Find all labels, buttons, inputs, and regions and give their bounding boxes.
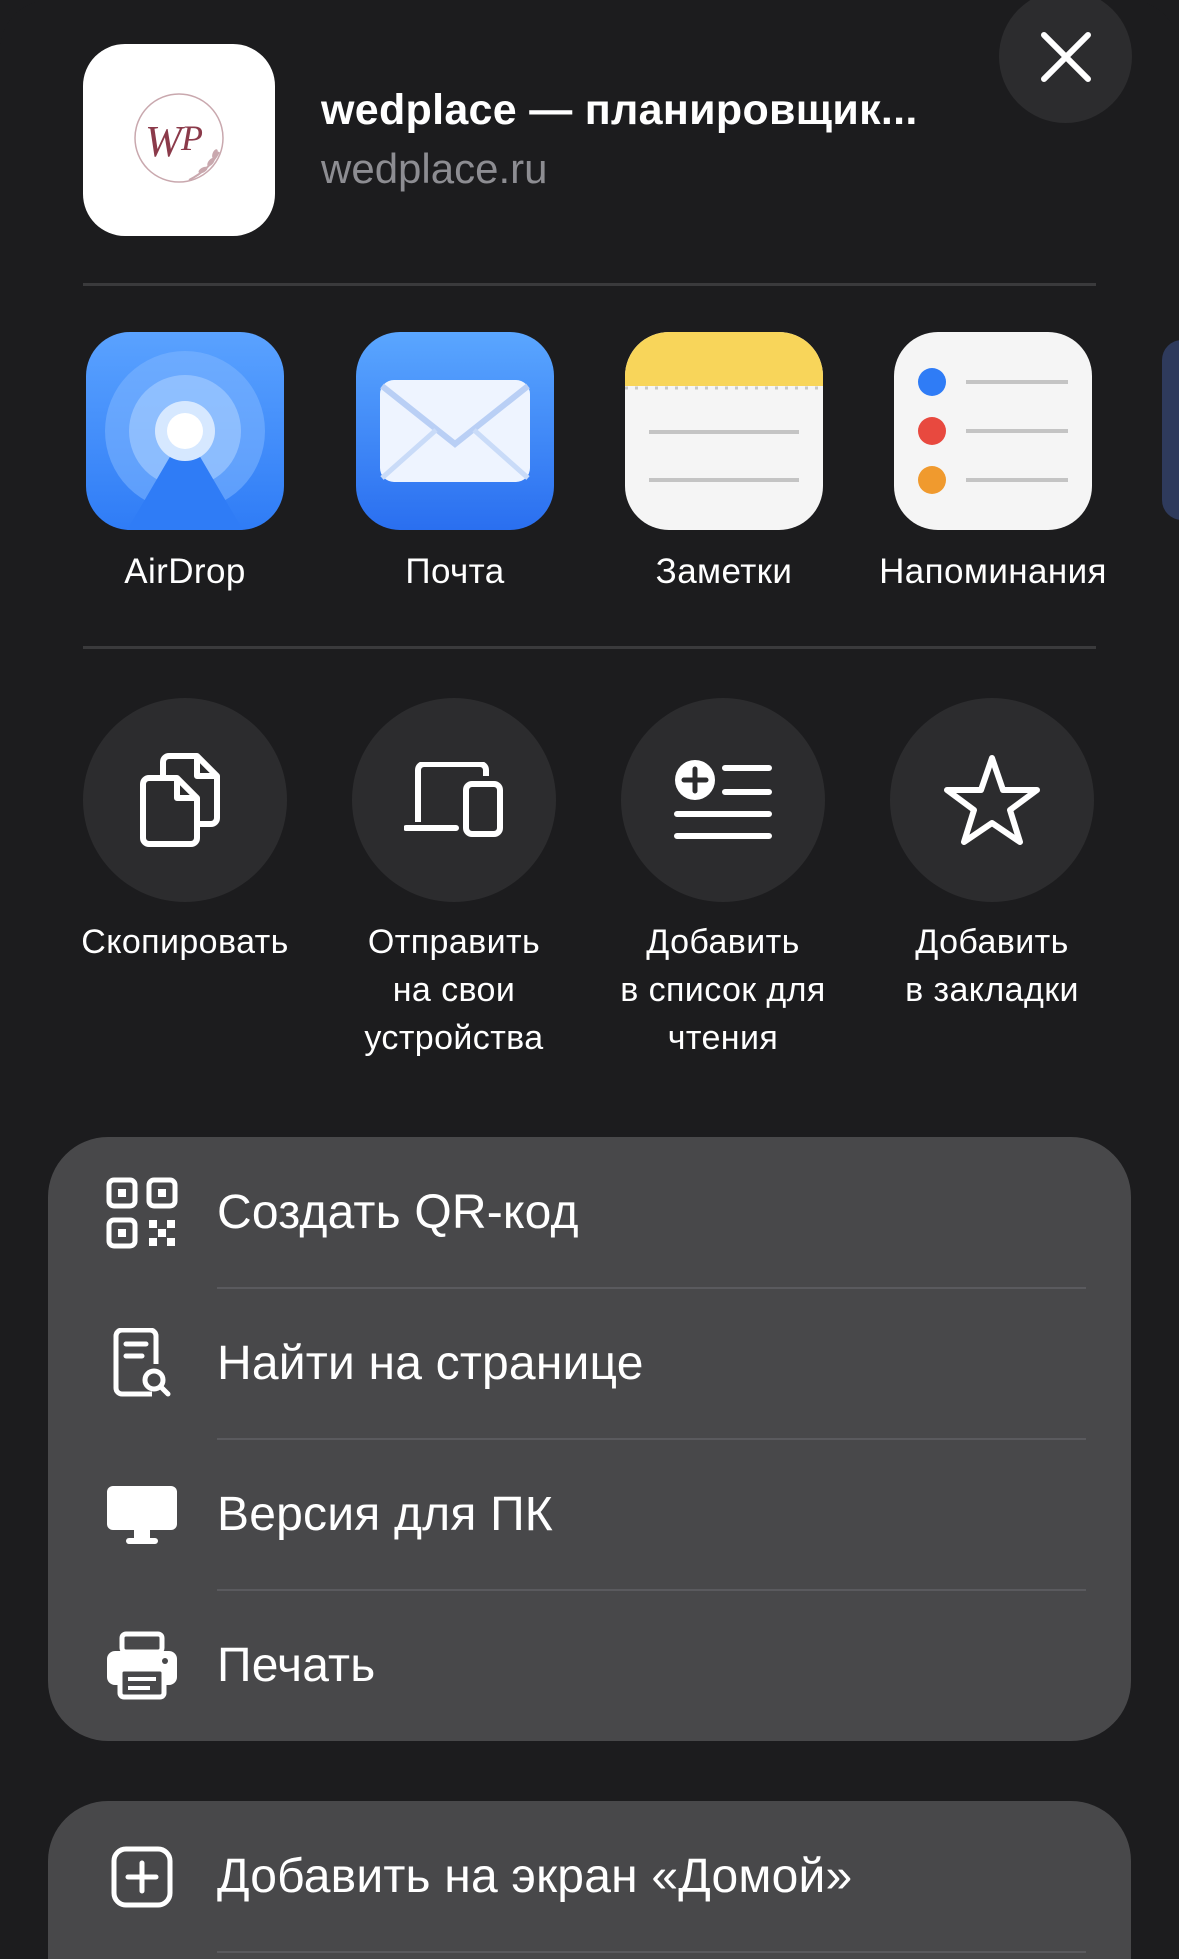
desktop-icon [104, 1477, 180, 1553]
page-title: wedplace — планировщик... [321, 86, 918, 134]
copy-button[interactable] [83, 698, 287, 902]
list-item-label: Добавить на экран «Домой» [217, 1850, 853, 1903]
app-next-peek[interactable] [1162, 340, 1179, 520]
close-button[interactable] [999, 0, 1132, 123]
list-item-desktop-version[interactable]: Версия для ПК [48, 1439, 1131, 1590]
reading-list-icon [674, 760, 772, 839]
mail-icon [380, 380, 530, 482]
add-square-icon [104, 1839, 180, 1915]
send-to-devices-button[interactable] [352, 698, 556, 902]
close-icon [1040, 31, 1091, 82]
notes-icon [625, 332, 823, 482]
printer-icon [104, 1628, 180, 1704]
home-screen-list-group: Добавить на экран «Домой» [48, 1801, 1131, 1959]
list-item-print[interactable]: Печать [48, 1590, 1131, 1741]
list-item-find-on-page[interactable]: Найти на странице [48, 1288, 1131, 1439]
add-to-reading-list-button[interactable] [621, 698, 825, 902]
svg-text:P: P [180, 118, 203, 158]
wedplace-logo-icon: W P [134, 93, 224, 183]
list-item-label: Версия для ПК [217, 1488, 553, 1541]
reminders-icon [918, 368, 1068, 494]
add-bookmark-button[interactable] [890, 698, 1094, 902]
divider [83, 646, 1096, 649]
airdrop-icon [105, 351, 265, 530]
row-separator [217, 1951, 1086, 1953]
devices-icon [404, 762, 503, 837]
list-item-label: Создать QR-код [217, 1186, 579, 1239]
svg-text:W: W [145, 117, 185, 166]
share-sheet: W P wedplace — планировщик... wedplace.r… [0, 0, 1179, 1959]
app-label: Напоминания [879, 552, 1107, 591]
actions-list-group: Создать QR-код Найти на странице Версия … [48, 1137, 1131, 1741]
find-on-page-icon [104, 1326, 180, 1402]
app-notes[interactable] [625, 332, 823, 530]
action-label-reading-list: Добавить в список для чтения [620, 923, 826, 1057]
star-icon [944, 755, 1040, 845]
list-item-label: Печать [217, 1639, 376, 1692]
app-mail[interactable] [356, 332, 554, 530]
app-label: Заметки [655, 552, 793, 591]
action-label-send-to-devices: Отправить на свои устройства [364, 923, 544, 1057]
list-item-qr-code[interactable]: Создать QR-код [48, 1137, 1131, 1288]
app-reminders[interactable] [894, 332, 1092, 530]
app-label: AirDrop [124, 552, 246, 591]
qr-code-icon [104, 1175, 180, 1251]
app-airdrop[interactable] [86, 332, 284, 530]
list-item-add-to-home-screen[interactable]: Добавить на экран «Домой» [48, 1801, 1131, 1952]
page-url: wedplace.ru [321, 145, 548, 192]
action-label-bookmark: Добавить в закладки [905, 923, 1079, 1009]
copy-icon [140, 753, 220, 847]
action-label-copy: Скопировать [81, 923, 289, 961]
divider [83, 283, 1096, 286]
list-item-label: Найти на странице [217, 1337, 644, 1390]
site-logo: W P [83, 44, 275, 236]
app-label: Почта [405, 552, 505, 591]
